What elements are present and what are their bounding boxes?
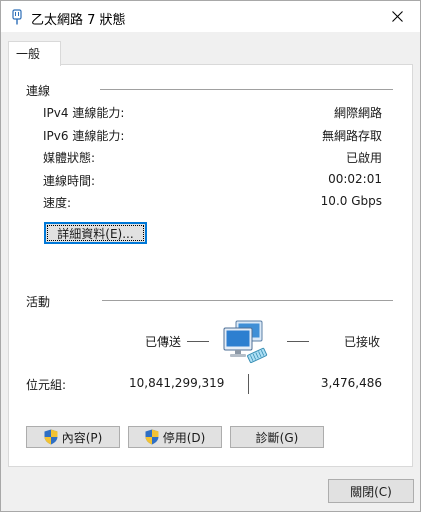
activity-divider [102, 300, 393, 301]
duration-value: 00:02:01 [328, 172, 382, 186]
speed-value: 10.0 Gbps [320, 194, 382, 208]
duration-label: 連線時間: [43, 174, 96, 188]
general-panel: 連線 IPv4 連線能力: 網際網路 IPv6 連線能力: 無網路存取 媒體狀態… [8, 64, 413, 467]
media-state-value: 已啟用 [345, 151, 382, 165]
connection-heading: 連線 [26, 84, 51, 98]
network-adapter-icon [12, 9, 22, 25]
media-state-label: 媒體狀態: [43, 151, 96, 165]
uac-shield-icon [44, 429, 58, 445]
disable-button[interactable]: 停用(D) [128, 426, 222, 448]
bytes-received-value: 3,476,486 [320, 376, 382, 390]
activity-heading: 活動 [26, 295, 51, 309]
connection-divider [100, 89, 393, 90]
title-bar[interactable]: 乙太網路 7 狀態 [1, 1, 420, 32]
close-button[interactable]: 關閉(C) [328, 479, 414, 503]
received-label: 已接收 [344, 335, 381, 349]
disable-button-label: 停用(D) [162, 430, 206, 445]
properties-button-label: 內容(P) [61, 430, 103, 445]
tab-general[interactable]: 一般 [8, 41, 61, 66]
ipv4-label: IPv4 連線能力: [43, 106, 125, 120]
tab-general-label: 一般 [16, 47, 41, 61]
status-dialog: 乙太網路 7 狀態 一般 連線 IPv4 連線能力: 網際網路 IPv6 連線能… [0, 0, 421, 512]
uac-shield-icon [145, 429, 159, 445]
close-icon [391, 11, 403, 22]
bytes-label: 位元組: [26, 378, 67, 392]
sent-connector [187, 341, 209, 342]
received-connector [287, 341, 309, 342]
sent-label: 已傳送 [145, 335, 182, 349]
ipv4-value: 網際網路 [333, 106, 382, 120]
close-button-label: 關閉(C) [350, 484, 392, 499]
properties-button[interactable]: 內容(P) [26, 426, 120, 448]
ipv6-value: 無網路存取 [321, 129, 382, 143]
bytes-sent-value: 10,841,299,319 [129, 376, 225, 390]
activity-separator [248, 374, 249, 394]
window-title: 乙太網路 7 狀態 [31, 13, 126, 28]
details-button[interactable]: 詳細資料(E)... [44, 222, 147, 244]
diagnose-button-label: 診斷(G) [255, 430, 299, 445]
window-close-button[interactable] [374, 1, 420, 32]
diagnose-button[interactable]: 診斷(G) [230, 426, 324, 448]
ipv6-label: IPv6 連線能力: [43, 129, 125, 143]
network-computers-icon [223, 320, 268, 364]
speed-label: 速度: [43, 196, 72, 210]
